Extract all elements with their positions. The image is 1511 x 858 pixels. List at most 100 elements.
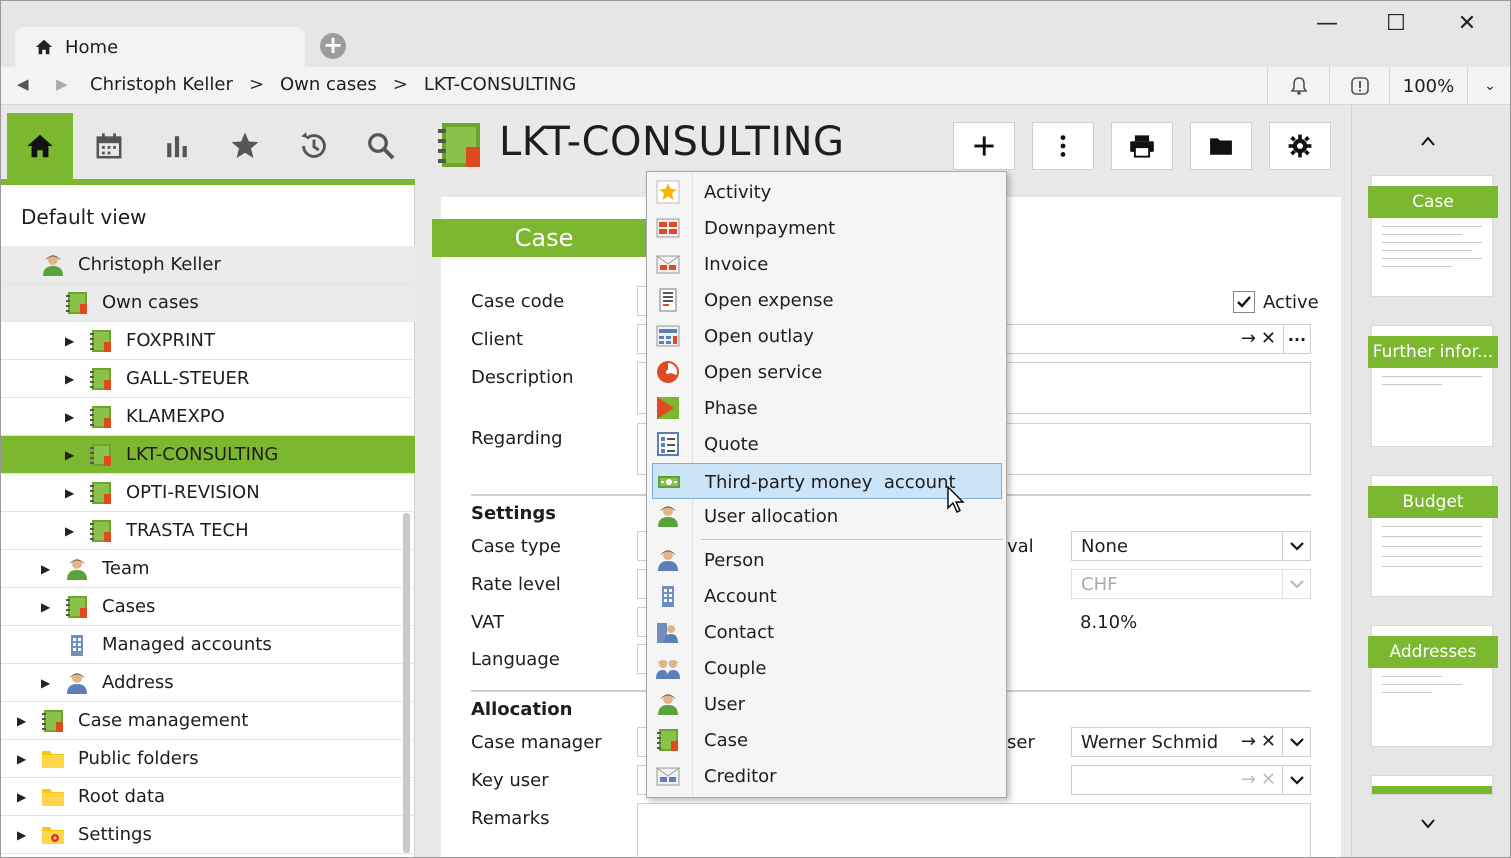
thumbnail-more[interactable] — [1371, 775, 1493, 795]
expand-arrow-icon[interactable]: ▶ — [17, 790, 26, 804]
user-select[interactable]: Werner Schmid → ✕ — [1071, 727, 1311, 757]
tree-item[interactable]: ▶ Public folders — [1, 740, 415, 778]
chevron-down-icon[interactable] — [1420, 815, 1436, 834]
thumbnail-budget[interactable]: Budget — [1368, 475, 1498, 597]
tree-item[interactable]: ▶ FOXPRINT — [1, 322, 415, 360]
chevron-down-icon[interactable] — [1282, 728, 1310, 756]
thumbnail-title: Addresses — [1368, 636, 1498, 668]
clear-icon[interactable]: ✕ — [1261, 731, 1276, 752]
menu-item-open-service[interactable]: Open service — [647, 354, 1008, 390]
tree-item-selected[interactable]: ▶ LKT-CONSULTING — [1, 436, 415, 474]
clear-icon[interactable]: ✕ — [1261, 769, 1276, 790]
tree-item[interactable]: Christoph Keller — [1, 246, 415, 284]
search-nav-button[interactable] — [348, 113, 414, 179]
add-button[interactable] — [953, 122, 1015, 170]
currency-select[interactable]: CHF — [1071, 569, 1311, 599]
key-user-select[interactable]: → ✕ — [1071, 765, 1311, 795]
expand-arrow-icon[interactable]: ▶ — [65, 410, 74, 424]
expand-arrow-icon[interactable]: ▶ — [17, 828, 26, 842]
chevron-down-icon[interactable] — [1282, 766, 1310, 794]
menu-item-label: Open service — [704, 362, 823, 383]
tree-item[interactable]: ▶ Root data — [1, 778, 415, 816]
remarks-input[interactable] — [637, 803, 1311, 857]
zoom-level[interactable]: 100% — [1389, 67, 1467, 105]
menu-item-invoice[interactable]: Invoice — [647, 246, 1008, 282]
folder-button[interactable] — [1190, 122, 1252, 170]
expand-arrow-icon[interactable]: ▶ — [65, 334, 74, 348]
thumbnail-case[interactable]: Case — [1368, 175, 1498, 297]
menu-item-activity[interactable]: Activity — [647, 174, 1008, 210]
tree-item[interactable]: ▶ Case management — [1, 702, 415, 740]
more-button[interactable] — [1032, 122, 1094, 170]
favorites-nav-button[interactable] — [212, 113, 278, 179]
home-nav-button[interactable] — [7, 113, 73, 179]
menu-item-contact[interactable]: Contact — [647, 614, 1008, 650]
expand-arrow-icon[interactable]: ▶ — [41, 676, 50, 690]
calendar-nav-button[interactable] — [76, 113, 142, 179]
menu-item-open-outlay[interactable]: Open outlay — [647, 318, 1008, 354]
expand-arrow-icon[interactable]: ▶ — [17, 752, 26, 766]
maximize-button[interactable]: ☐ — [1376, 11, 1416, 36]
breadcrumb-item[interactable]: LKT-CONSULTING — [424, 74, 576, 95]
expand-arrow-icon[interactable]: ▶ — [65, 448, 74, 462]
thumbnail-further-info[interactable]: Further infor... — [1368, 325, 1498, 447]
case-icon — [66, 595, 87, 618]
tree-item[interactable]: ▶ Address — [1, 664, 415, 702]
tree-item[interactable]: ▶ Cases — [1, 588, 415, 626]
tab-home[interactable]: Home — [15, 27, 305, 67]
forward-icon[interactable]: ▶ — [56, 75, 68, 93]
history-nav-button[interactable] — [281, 113, 347, 179]
menu-item-open-expense[interactable]: Open expense — [647, 282, 1008, 318]
menu-item-quote[interactable]: Quote — [647, 426, 1008, 462]
bell-icon[interactable] — [1267, 67, 1329, 105]
menu-item-downpayment[interactable]: Downpayment — [647, 210, 1008, 246]
tree-item[interactable]: ▶ Team — [1, 550, 415, 588]
chevron-down-icon[interactable] — [1282, 532, 1310, 560]
minimize-button[interactable]: — — [1307, 11, 1347, 36]
active-checkbox[interactable]: Active — [1233, 291, 1319, 313]
arrow-right-icon[interactable]: → — [1241, 769, 1256, 790]
menu-item-case[interactable]: Case — [647, 722, 1008, 758]
ellipsis-button[interactable]: ··· — [1283, 324, 1311, 354]
menu-item-phase[interactable]: Phase — [647, 390, 1008, 426]
plus-circle-icon[interactable]: + — [320, 33, 346, 59]
interval-select[interactable]: None — [1071, 531, 1311, 561]
thumbnail-addresses[interactable]: Addresses — [1368, 625, 1498, 747]
menu-item-creditor[interactable]: Creditor — [647, 758, 1008, 794]
menu-item-person[interactable]: Person — [647, 542, 1008, 578]
chart-nav-button[interactable] — [144, 113, 210, 179]
chevron-up-icon[interactable] — [1420, 131, 1436, 152]
tree-item[interactable]: Managed accounts — [1, 626, 415, 664]
tree-scrollbar[interactable] — [403, 513, 410, 853]
expand-arrow-icon[interactable]: ▶ — [41, 562, 50, 576]
chevron-down-icon[interactable]: ⌄ — [1467, 67, 1510, 105]
tree-item[interactable]: ▶ Settings — [1, 816, 415, 854]
breadcrumb-item[interactable]: Christoph Keller — [90, 74, 233, 95]
info-icon[interactable] — [1329, 67, 1389, 105]
tree-item[interactable]: ▶ GALL-STEUER — [1, 360, 415, 398]
expand-arrow-icon[interactable]: ▶ — [17, 714, 26, 728]
close-button[interactable]: ✕ — [1447, 11, 1487, 36]
menu-item-user[interactable]: User — [647, 686, 1008, 722]
clear-icon[interactable]: ✕ — [1261, 328, 1276, 349]
menu-item-couple[interactable]: Couple — [647, 650, 1008, 686]
print-button[interactable] — [1111, 122, 1173, 170]
tree-item-label: FOXPRINT — [126, 330, 215, 351]
arrow-right-icon[interactable]: → — [1241, 731, 1256, 752]
menu-item-account[interactable]: Account — [647, 578, 1008, 614]
tree-item[interactable]: ▶ KLAMEXPO — [1, 398, 415, 436]
arrow-right-icon[interactable]: → — [1241, 328, 1256, 349]
tree-item[interactable]: ▶ OPTI-REVISION — [1, 474, 415, 512]
expand-arrow-icon[interactable]: ▶ — [65, 372, 74, 386]
expand-arrow-icon[interactable]: ▶ — [65, 486, 74, 500]
tree-item[interactable]: ▶ TRASTA TECH — [1, 512, 415, 550]
tree-item[interactable]: Own cases — [1, 284, 415, 322]
breadcrumb-item[interactable]: Own cases — [280, 74, 377, 95]
settings-button[interactable] — [1269, 122, 1331, 170]
expand-arrow-icon[interactable]: ▶ — [41, 600, 50, 614]
expand-arrow-icon[interactable]: ▶ — [65, 524, 74, 538]
back-icon[interactable]: ◀ — [17, 75, 29, 93]
person-icon — [67, 672, 87, 694]
remarks-label: Remarks — [471, 808, 550, 829]
chevron-down-icon[interactable] — [1282, 570, 1310, 598]
